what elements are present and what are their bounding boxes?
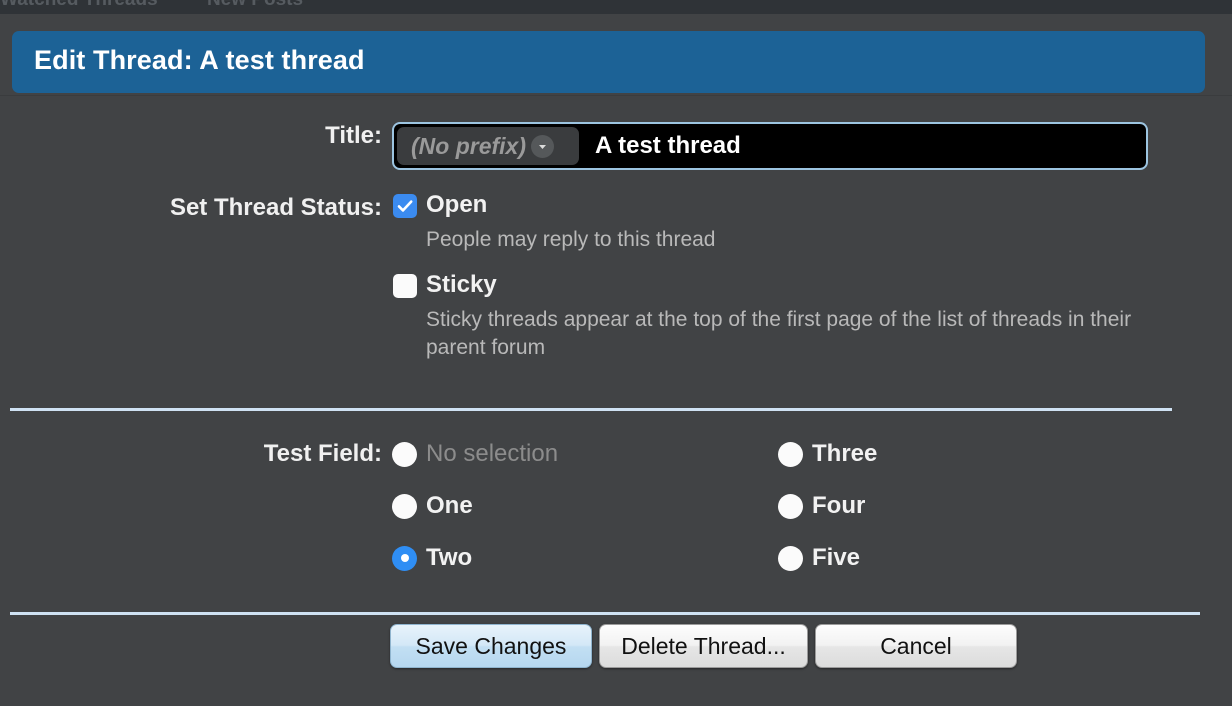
title-input-group[interactable]: (No prefix) A test thread	[392, 122, 1148, 170]
radio-four[interactable]: Four	[778, 492, 865, 520]
dialog-header: Edit Thread: A test thread	[12, 31, 1205, 93]
checkbox-open-label[interactable]: Open	[426, 191, 487, 219]
thread-title-input[interactable]: A test thread	[595, 132, 741, 160]
test-field-label: Test Field:	[42, 440, 382, 468]
edit-thread-dialog: Edit Thread: A test thread Title: (No pr…	[0, 0, 1232, 706]
dialog-body: Title: (No prefix) A test thread Set Thr…	[0, 96, 1232, 706]
thread-status-label: Set Thread Status:	[42, 194, 382, 222]
radio-three[interactable]: Three	[778, 440, 877, 468]
radio-label-two: Two	[426, 544, 472, 572]
radio-dot-four[interactable]	[778, 494, 803, 519]
section-divider-bottom	[10, 612, 1200, 615]
radio-dot-two[interactable]	[392, 546, 417, 571]
checkbox-sticky[interactable]	[393, 274, 417, 298]
radio-dot-one[interactable]	[392, 494, 417, 519]
radio-label-four: Four	[812, 492, 865, 520]
prefix-select[interactable]: (No prefix)	[397, 127, 579, 165]
checkbox-sticky-description: Sticky threads appear at the top of the …	[426, 306, 1166, 362]
radio-dot-five[interactable]	[778, 546, 803, 571]
cancel-button[interactable]: Cancel	[815, 624, 1017, 668]
radio-label-three: Three	[812, 440, 877, 468]
radio-label-one: One	[426, 492, 473, 520]
radio-five[interactable]: Five	[778, 544, 860, 572]
checkbox-sticky-label[interactable]: Sticky	[426, 271, 497, 299]
radio-one[interactable]: One	[392, 492, 473, 520]
radio-label-five: Five	[812, 544, 860, 572]
radio-dot-three[interactable]	[778, 442, 803, 467]
title-field-label: Title:	[42, 122, 382, 150]
checkbox-open[interactable]	[393, 194, 417, 218]
checkbox-open-description: People may reply to this thread	[426, 226, 1166, 254]
chevron-down-icon[interactable]	[531, 135, 554, 158]
section-divider-top	[10, 408, 1172, 411]
radio-two[interactable]: Two	[392, 544, 472, 572]
prefix-select-value: (No prefix)	[411, 133, 526, 160]
save-changes-button[interactable]: Save Changes	[390, 624, 592, 668]
delete-thread-button[interactable]: Delete Thread...	[599, 624, 808, 668]
radio-dot-two-inner	[401, 554, 409, 562]
radio-no-selection[interactable]: No selection	[392, 440, 558, 468]
radio-dot-no-selection[interactable]	[392, 442, 417, 467]
radio-label-no-selection: No selection	[426, 440, 558, 468]
dialog-title: Edit Thread: A test thread	[34, 45, 365, 76]
